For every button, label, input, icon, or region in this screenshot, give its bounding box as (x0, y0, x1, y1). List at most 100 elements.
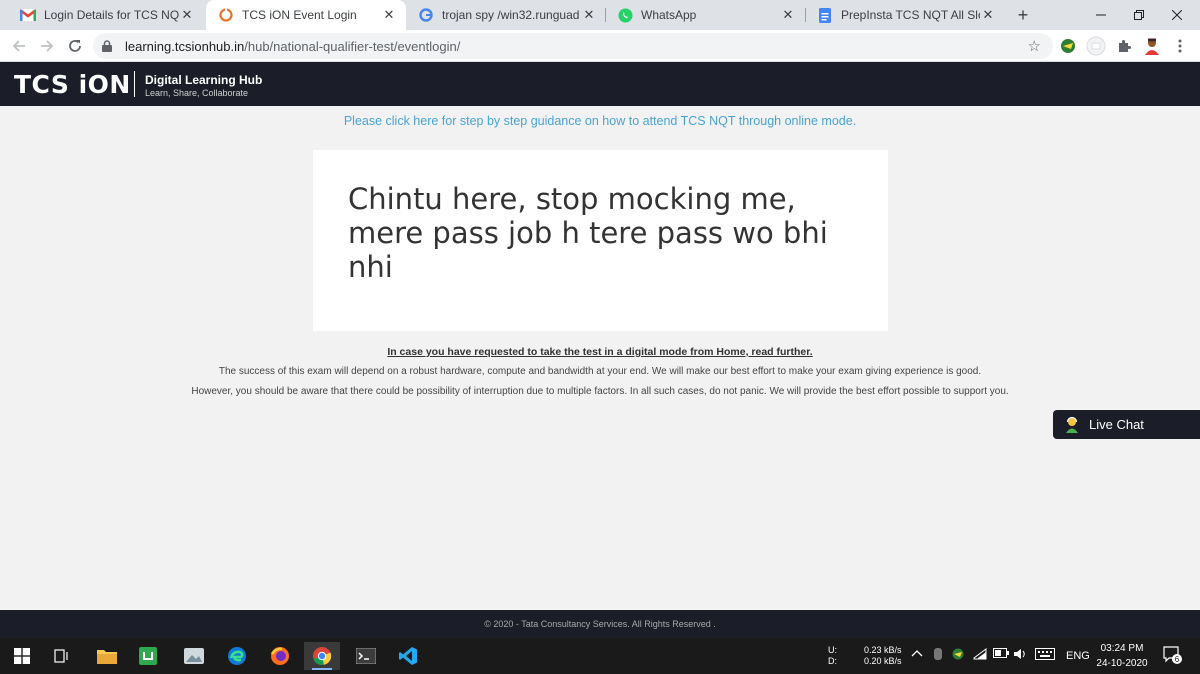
folder-icon (97, 650, 117, 664)
site-header: TCS iON Digital Learning Hub Learn, Shar… (0, 62, 1200, 106)
tab-tcs-ion-event-login[interactable]: TCS iON Event Login ✕ (206, 0, 406, 30)
forward-button[interactable] (36, 35, 58, 57)
language-indicator[interactable]: ENG (1066, 650, 1090, 662)
message-card: Chintu here, stop mocking me, mere pass … (313, 150, 888, 331)
task-view-icon (54, 649, 68, 663)
arrow-left-icon (12, 40, 25, 52)
terminal-icon (356, 648, 376, 664)
tab-google-search[interactable]: trojan spy /win32.runguad - Go ✕ (406, 0, 606, 30)
tcs-ion-icon (218, 7, 234, 23)
edge-browser-button[interactable] (219, 642, 255, 670)
clock-date: 24-10-2020 (1096, 658, 1148, 669)
volume-icon[interactable] (1013, 648, 1027, 663)
upload-label: U: (828, 645, 837, 655)
network-speed-labels: U: D: (828, 645, 837, 667)
notification-center-button[interactable]: 6 (1163, 645, 1183, 668)
live-chat-label: Live Chat (1089, 417, 1144, 432)
tray-vpn-icon[interactable] (951, 648, 965, 663)
extension-vpn-icon[interactable] (1058, 36, 1078, 56)
firefox-icon (270, 647, 289, 665)
browser-tab-strip: Login Details for TCS NQT Oct ✕ TCS iON … (0, 0, 1200, 30)
vscode-icon (399, 647, 417, 665)
new-tab-button[interactable]: + (1012, 4, 1034, 26)
download-label: D: (828, 656, 837, 666)
card-message: Chintu here, stop mocking me, mere pass … (348, 182, 828, 284)
profile-avatar[interactable] (1142, 36, 1162, 56)
download-speed: 0.20 kB/s (864, 656, 902, 666)
logo-divider (134, 71, 135, 97)
copyright-text: © 2020 - Tata Consultancy Services. All … (484, 619, 716, 629)
hub-title: Digital Learning Hub (145, 73, 263, 87)
notice-line: The success of this exam will depend on … (218, 366, 982, 377)
file-explorer-button[interactable] (89, 642, 125, 670)
arrow-right-icon (41, 40, 54, 52)
firefox-button[interactable] (262, 642, 298, 670)
extension-blank-icon[interactable] (1086, 36, 1106, 56)
terminal-button[interactable] (348, 642, 384, 670)
tab-title: Login Details for TCS NQT Oct (44, 8, 179, 22)
keyboard-icon[interactable] (1035, 648, 1055, 663)
notice-line: However, you should be aware that there … (191, 386, 1009, 397)
close-icon[interactable]: ✕ (381, 7, 397, 23)
show-hidden-icons-chevron-up-icon[interactable] (911, 648, 923, 661)
lock-icon[interactable] (99, 40, 115, 52)
browser-toolbar: learning.tcsionhub.in/hub/national-quali… (0, 30, 1200, 62)
close-icon[interactable]: ✕ (179, 7, 195, 23)
restore-icon (1134, 10, 1144, 20)
close-window-button[interactable] (1154, 0, 1200, 30)
clock[interactable]: 03:24 PM 24-10-2020 (1094, 641, 1150, 671)
hub-subtitle: Learn, Share, Collaborate (145, 88, 249, 98)
edge-icon (228, 647, 246, 665)
minimize-icon (1096, 14, 1106, 16)
tab-title: PrepInsta TCS NQT All Slots Q (841, 8, 980, 22)
google-icon (418, 7, 434, 23)
reload-icon (69, 40, 81, 52)
whatsapp-icon (617, 7, 633, 23)
task-view-button[interactable] (44, 642, 80, 670)
chrome-button[interactable] (304, 642, 340, 670)
tray-app-icon[interactable] (933, 648, 943, 663)
tab-whatsapp[interactable]: WhatsApp ✕ (605, 0, 805, 30)
address-bar[interactable]: learning.tcsionhub.in/hub/national-quali… (93, 33, 1053, 59)
upload-speed: 0.23 kB/s (864, 645, 902, 655)
tab-title: WhatsApp (641, 8, 697, 22)
network-speed-values: 0.23 kB/s 0.20 kB/s (864, 645, 902, 667)
notification-count: 6 (1175, 655, 1180, 664)
tab-gmail[interactable]: Login Details for TCS NQT Oct ✕ (8, 0, 204, 30)
vscode-button[interactable] (390, 642, 426, 670)
reload-button[interactable] (64, 35, 86, 57)
url-host: learning.tcsionhub.in (125, 38, 245, 54)
gmail-icon (20, 7, 36, 23)
more-menu-icon[interactable] (1170, 36, 1190, 56)
notification-icon: 6 (1163, 646, 1182, 664)
close-icon[interactable]: ✕ (581, 7, 597, 23)
close-icon[interactable]: ✕ (980, 7, 996, 23)
back-button[interactable] (8, 35, 30, 57)
guidance-link[interactable]: Please click here for step by step guida… (0, 114, 1200, 128)
tab-title: trojan spy /win32.runguad - Go (442, 8, 581, 22)
green-app-icon (139, 647, 157, 665)
url-path: /hub/national-qualifier-test/eventlogin/ (244, 38, 461, 54)
windows-icon (14, 648, 30, 664)
close-icon[interactable]: ✕ (780, 7, 796, 23)
photos-icon (184, 648, 204, 664)
close-icon (1172, 10, 1182, 20)
clock-time: 03:24 PM (1100, 643, 1144, 654)
logo-text: TCS iON (14, 69, 131, 99)
tab-prepinsta[interactable]: PrepInsta TCS NQT All Slots Q ✕ (805, 0, 1005, 30)
live-chat-button[interactable]: Live Chat (1053, 410, 1200, 439)
start-button[interactable] (4, 642, 40, 670)
notice-heading: In case you have requested to take the t… (387, 346, 813, 358)
chrome-icon (313, 647, 332, 666)
tcs-ion-logo[interactable]: TCS iON (14, 69, 131, 99)
docs-icon (817, 7, 833, 23)
chat-agent-icon (1063, 416, 1081, 434)
battery-icon[interactable] (993, 648, 1009, 661)
tab-title: TCS iON Event Login (242, 8, 357, 22)
bookmark-star-icon[interactable]: ☆ (1028, 37, 1041, 55)
site-footer: © 2020 - Tata Consultancy Services. All … (0, 610, 1200, 638)
extensions-puzzle-icon[interactable] (1114, 36, 1134, 56)
wifi-icon[interactable] (973, 648, 987, 663)
photos-app-button[interactable] (176, 642, 212, 670)
app-green-button[interactable] (130, 642, 166, 670)
